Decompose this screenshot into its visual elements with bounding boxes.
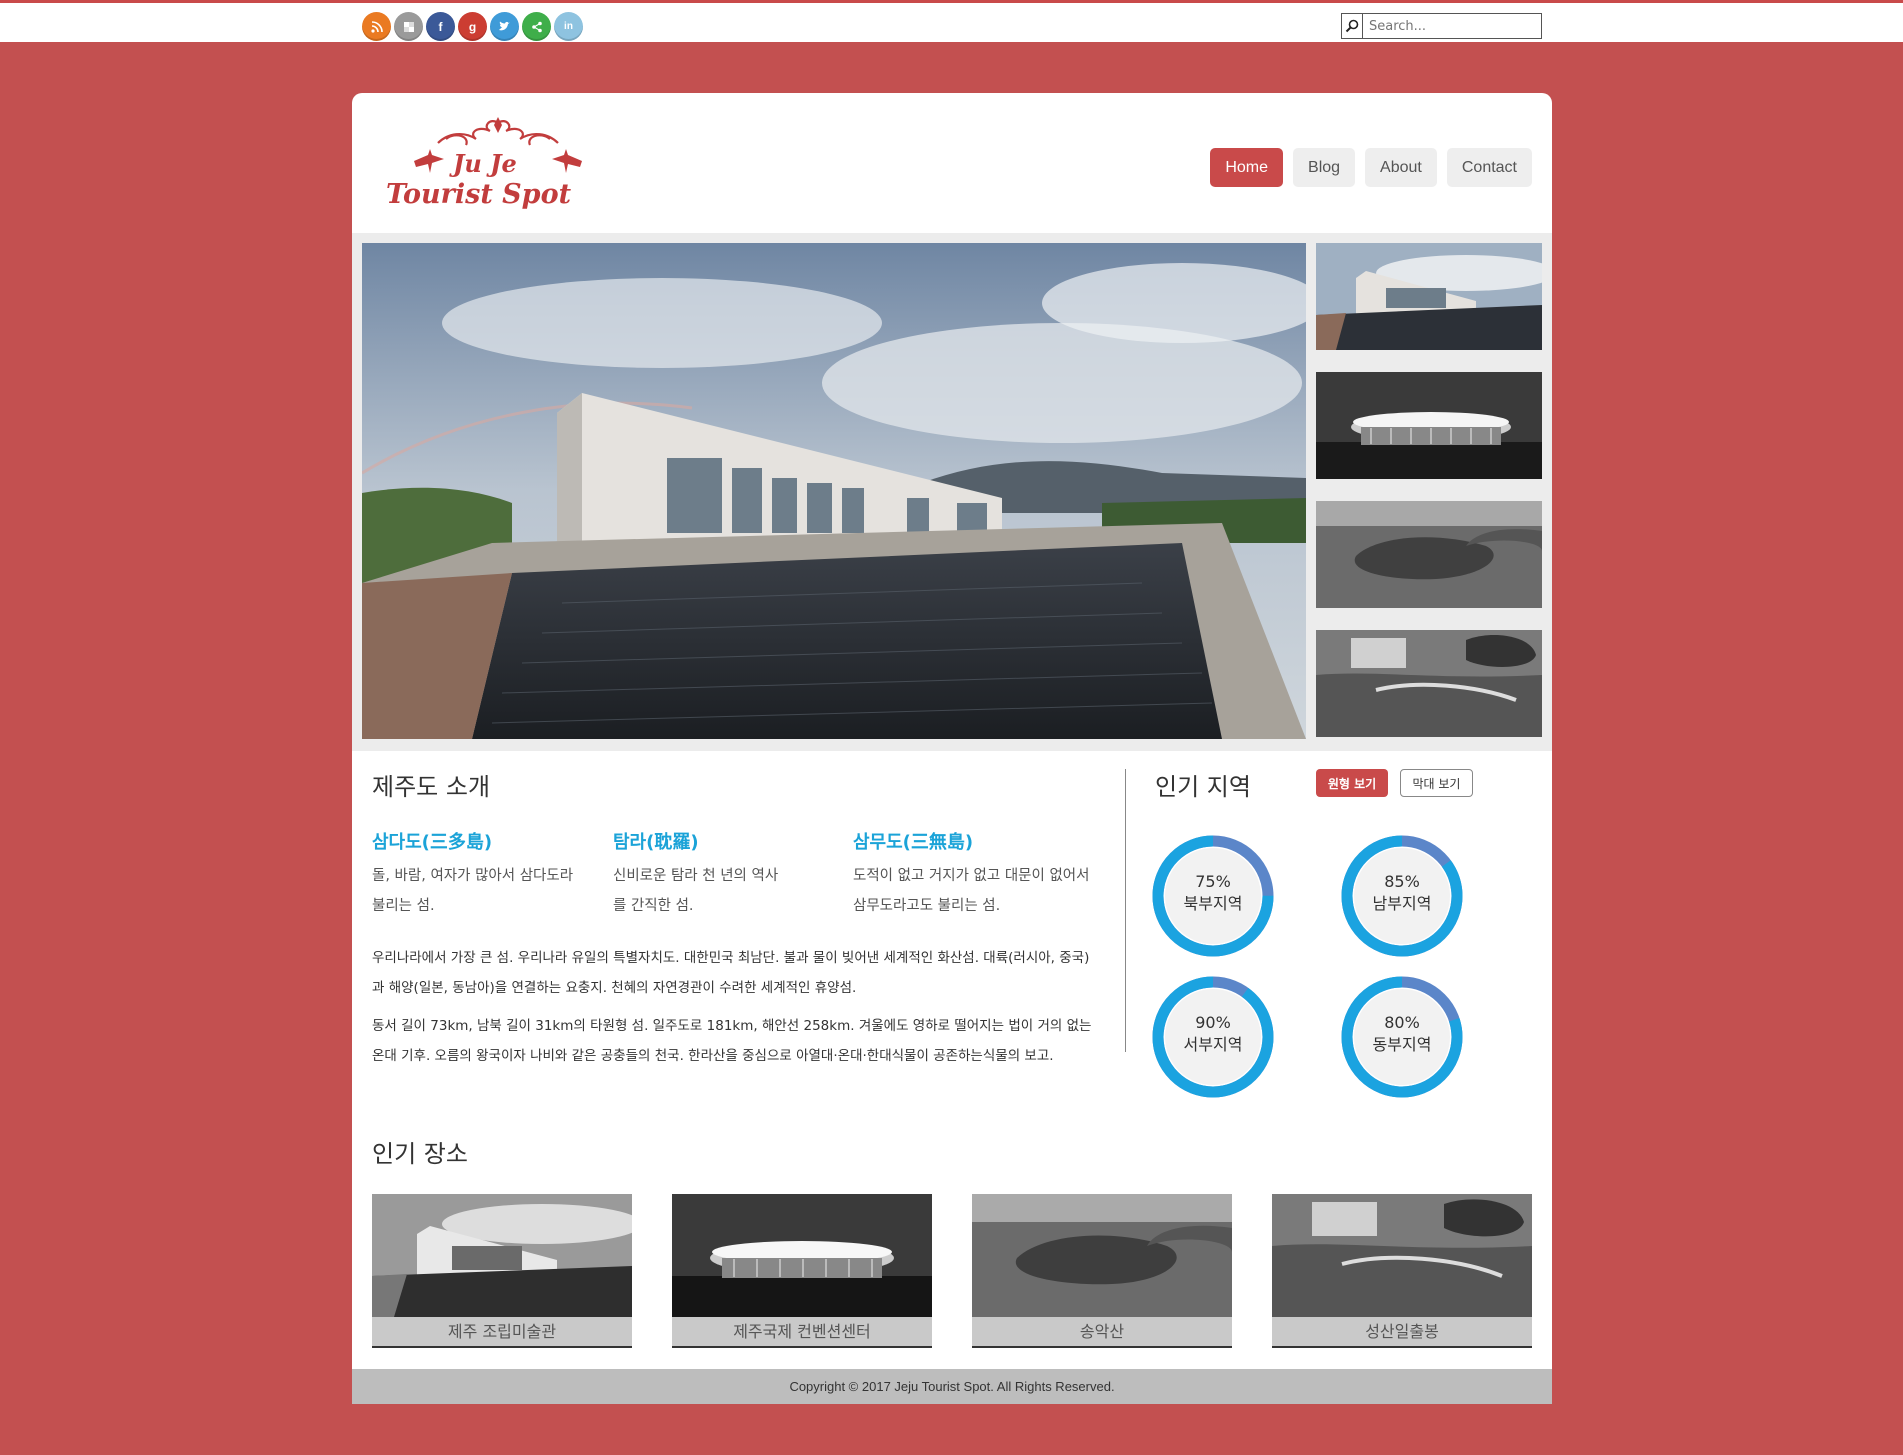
donut-label: 90% 서부지역 (1152, 1012, 1274, 1056)
donut-region-name: 남부지역 (1372, 894, 1432, 913)
place-image (1272, 1194, 1532, 1317)
region-donut: 75% 북부지역 (1152, 835, 1274, 957)
donut-region-name: 북부지역 (1183, 894, 1243, 913)
share-icon[interactable] (522, 12, 551, 41)
facebook-icon[interactable]: f (426, 12, 455, 41)
nav-blog[interactable]: Blog (1293, 148, 1356, 187)
region-donut: 90% 서부지역 (1152, 976, 1274, 1098)
donut-percent: 75% (1195, 872, 1231, 891)
site-header: Ju Je Tourist Spot Home Blog About Conta… (352, 93, 1552, 233)
intro-col3-head: 삼무도(三無島) (853, 832, 974, 853)
search-box (1341, 13, 1542, 39)
thumbnail-1[interactable] (1316, 243, 1542, 350)
nav-about[interactable]: About (1365, 148, 1437, 187)
places-title: 인기 장소 (372, 1140, 468, 1168)
main-nav: Home Blog About Contact (1210, 148, 1532, 187)
rss-icon[interactable] (362, 12, 391, 41)
nav-home[interactable]: Home (1210, 148, 1284, 187)
nav-contact[interactable]: Contact (1446, 148, 1532, 187)
intro-title: 제주도 소개 (372, 773, 491, 801)
place-image (972, 1194, 1232, 1317)
place-caption: 송악산 (972, 1317, 1232, 1348)
search-icon[interactable] (1342, 14, 1363, 38)
donut-percent: 80% (1384, 1013, 1420, 1032)
delicious-icon[interactable] (394, 12, 423, 41)
donut-percent: 90% (1195, 1013, 1231, 1032)
footer-copyright: Copyright © 2017 Jeju Tourist Spot. All … (352, 1369, 1552, 1404)
twitter-icon[interactable] (490, 12, 519, 41)
intro-col2-head: 탐라(耽羅) (613, 832, 699, 853)
place-caption: 제주 조립미술관 (372, 1317, 632, 1348)
place-card[interactable]: 제주 조립미술관 (372, 1194, 632, 1348)
donut-region-name: 동부지역 (1372, 1035, 1432, 1054)
place-card[interactable]: 송악산 (972, 1194, 1232, 1348)
site-logo[interactable]: Ju Je Tourist Spot (386, 115, 611, 215)
donut-label: 80% 동부지역 (1341, 1012, 1463, 1056)
main-slide-image[interactable] (362, 243, 1306, 739)
top-bar: f g in (0, 0, 1903, 42)
section-divider (1125, 769, 1126, 1052)
place-caption: 성산일출봉 (1272, 1317, 1532, 1348)
linkedin-icon[interactable]: in (554, 12, 583, 41)
toggle-bar-view[interactable]: 막대 보기 (1400, 769, 1473, 797)
donut-region-name: 서부지역 (1183, 1035, 1243, 1054)
donut-label: 75% 북부지역 (1152, 871, 1274, 915)
logo-line1: Ju Je (453, 149, 517, 178)
logo-line2: Tourist Spot (386, 179, 572, 210)
social-links: f g in (362, 12, 583, 41)
place-image (672, 1194, 932, 1317)
thumbnail-2[interactable] (1316, 372, 1542, 479)
region-donut: 80% 동부지역 (1341, 976, 1463, 1098)
main-container: Ju Je Tourist Spot Home Blog About Conta… (352, 93, 1552, 1404)
place-image (372, 1194, 632, 1317)
region-donut: 85% 남부지역 (1341, 835, 1463, 957)
intro-col3-text: 도적이 없고 거지가 없고 대문이 없어서 삼무도라고도 불리는 섬. (853, 868, 1090, 914)
thumbnail-4[interactable] (1316, 630, 1542, 737)
donut-label: 85% 남부지역 (1341, 871, 1463, 915)
toggle-circle-view[interactable]: 원형 보기 (1316, 769, 1388, 797)
place-card[interactable]: 제주국제 컨벤션센터 (672, 1194, 932, 1348)
google-plus-icon[interactable]: g (458, 12, 487, 41)
place-caption: 제주국제 컨벤션센터 (672, 1317, 932, 1348)
thumbnail-3[interactable] (1316, 501, 1542, 608)
place-card[interactable]: 성산일출봉 (1272, 1194, 1532, 1348)
donut-percent: 85% (1384, 872, 1420, 891)
intro-col2-text: 신비로운 탐라 천 년의 역사를 간직한 섬. (613, 868, 779, 914)
search-input[interactable] (1363, 14, 1541, 38)
intro-paragraph-2: 동서 길이 73km, 남북 길이 31km의 타원형 섬. 일주도로 181k… (372, 1018, 1092, 1064)
intro-col1-text: 돌, 바람, 여자가 많아서 삼다도라 불리는 섬. (372, 868, 574, 914)
intro-paragraph-1: 우리나라에서 가장 큰 섬. 우리나라 유일의 특별자치도. 대한민국 최남단.… (372, 950, 1090, 996)
intro-col1-head: 삼다도(三多島) (372, 832, 493, 853)
regions-title: 인기 지역 (1155, 773, 1251, 801)
